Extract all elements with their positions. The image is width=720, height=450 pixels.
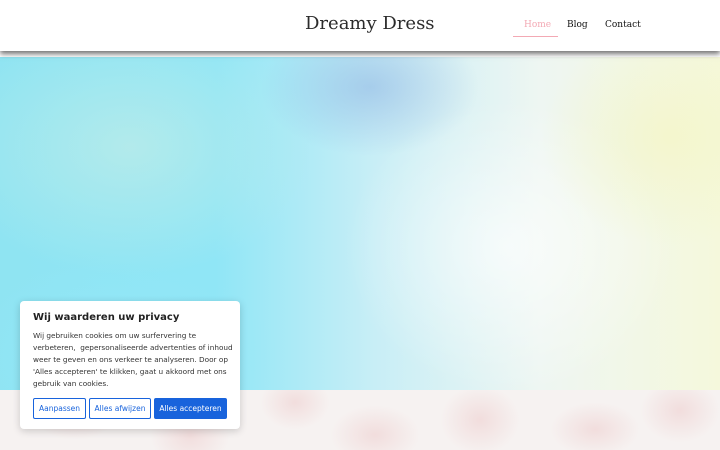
cookie-text-line: weer te geven en ons verkeer te analyser… xyxy=(33,355,228,364)
cookie-consent-banner: Wij waarderen uw privacy Wij gebruiken c… xyxy=(20,301,240,429)
cookie-text-line: verbeteren, gepersonaliseerde advertenti… xyxy=(33,343,233,352)
cookie-text-line: 'Alles accepteren' te klikken, gaat u ak… xyxy=(33,367,227,376)
floral-shape xyxy=(260,390,330,430)
cookie-banner-text: Wij gebruiken cookies om uw surfervering… xyxy=(33,330,233,390)
customize-button[interactable]: Aanpassen xyxy=(33,398,86,419)
cookie-banner-title: Wij waarderen uw privacy xyxy=(33,312,180,323)
floral-shape xyxy=(550,402,640,450)
site-title[interactable]: Dreamy Dress xyxy=(305,13,435,34)
cookie-text-line: gebruik van cookies. xyxy=(33,379,109,388)
cookie-text-line: Wij gebruiken cookies om uw surfervering… xyxy=(33,331,197,340)
accept-all-button[interactable]: Alles accepteren xyxy=(154,398,227,419)
hero-glow xyxy=(540,57,720,247)
nav-item-home[interactable]: Home xyxy=(524,20,551,30)
nav-item-blog[interactable]: Blog xyxy=(567,20,588,30)
floral-shape xyxy=(440,390,520,450)
site-header: Dreamy Dress Home Blog Contact xyxy=(0,0,720,51)
floral-shape xyxy=(640,390,720,443)
nav-active-underline xyxy=(513,36,558,37)
floral-shape xyxy=(330,405,420,450)
reject-all-button[interactable]: Alles afwijzen xyxy=(89,398,151,419)
nav-item-contact[interactable]: Contact xyxy=(605,20,641,30)
